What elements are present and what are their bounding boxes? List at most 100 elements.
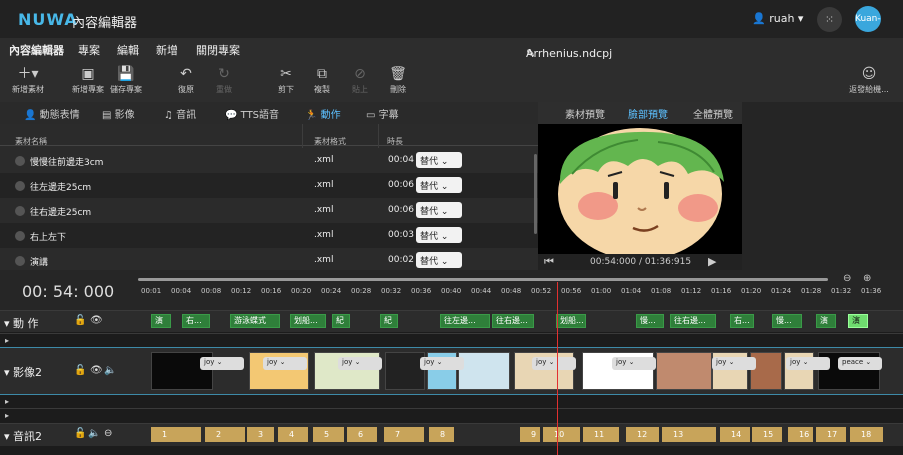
audio-clip[interactable]: 14 [720, 427, 750, 442]
audio-clip[interactable]: 8 [429, 427, 454, 442]
image-clip-thumbnail[interactable] [458, 352, 510, 390]
table-row[interactable]: 往右邊走25cm .xml 00:06 替代 ⌄ [0, 198, 538, 223]
zoom-out-icon[interactable]: ⊖ [843, 273, 851, 284]
motion-clip[interactable]: 右... [730, 314, 754, 328]
motion-clip[interactable]: 慢... [636, 314, 664, 328]
motion-clip[interactable]: 演 [816, 314, 836, 328]
audio-clip[interactable]: 5 [313, 427, 344, 442]
menu-edit[interactable]: 編輯 [117, 42, 139, 58]
zoom-in-icon[interactable]: ⊕ [863, 273, 871, 284]
tab-face-preview[interactable]: 臉部預覽 [628, 106, 668, 121]
audio-clip[interactable]: 12 [626, 427, 659, 442]
save-project-button[interactable]: 💾 儲存專案 [108, 64, 144, 95]
emotion-select[interactable]: peace ⌄ [838, 357, 882, 370]
tab-full-preview[interactable]: 全體預覽 [693, 106, 733, 121]
tab-emotion[interactable]: 👤 動態表情 [24, 106, 80, 121]
motion-clip[interactable]: 演 [848, 314, 868, 328]
volume-icon[interactable]: 🔈 [104, 365, 116, 376]
emotion-select[interactable]: joy ⌄ [612, 357, 656, 370]
send-to-robot-button[interactable]: ☺ 返發給機... [846, 64, 892, 95]
timeline-scrubber[interactable] [138, 278, 828, 281]
audio-clip[interactable]: 16 [788, 427, 813, 442]
motion-clip[interactable]: 慢... [772, 314, 802, 328]
motion-clip[interactable]: 划船... [556, 314, 586, 328]
apps-grid-button[interactable]: ⁙ [817, 7, 842, 32]
audio-clip[interactable]: 13 [662, 427, 716, 442]
emotion-select[interactable]: joy ⌄ [263, 357, 307, 370]
menu-project[interactable]: 專案 [78, 42, 100, 58]
audio-clip[interactable]: 9 [520, 427, 540, 442]
undo-button[interactable]: ↶ 復原 [172, 64, 200, 95]
tab-motion[interactable]: 🏃 動作 [305, 106, 341, 121]
emotion-select[interactable]: joy ⌄ [786, 357, 830, 370]
unlock-icon[interactable]: 🔓 [74, 428, 86, 439]
motion-clip[interactable]: 往右邊... [670, 314, 716, 328]
playhead[interactable] [557, 282, 558, 455]
menu-close-project[interactable]: 關閉專案 [196, 42, 240, 58]
audio-track-label[interactable]: ▾ 音訊2 [4, 428, 42, 444]
audio-clip[interactable]: 2 [205, 427, 245, 442]
table-row[interactable]: 往左邊走25cm .xml 00:06 替代 ⌄ [0, 173, 538, 198]
hide-icon[interactable]: ⊖ [104, 428, 112, 439]
audio-clip[interactable]: 18 [850, 427, 883, 442]
audio-clip[interactable]: 17 [816, 427, 846, 442]
collapsed-track-arrow[interactable]: ▸ [5, 336, 9, 345]
emotion-select[interactable]: joy ⌄ [712, 357, 756, 370]
emotion-select[interactable]: joy ⌄ [532, 357, 576, 370]
motion-clip[interactable]: 往右邊... [492, 314, 534, 328]
mode-select[interactable]: 替代 ⌄ [416, 152, 462, 168]
table-scrollbar[interactable] [534, 154, 537, 234]
eye-icon[interactable]: 👁 [90, 315, 103, 326]
user-menu[interactable]: 👤 ruah ▾ [752, 12, 803, 25]
tab-tts[interactable]: 💬 TTS語音 [225, 106, 279, 121]
audio-clip[interactable]: 1 [151, 427, 201, 442]
avatar[interactable]: Kuan-l [855, 6, 881, 32]
tab-image[interactable]: ▤ 影像 [102, 106, 135, 121]
motion-clip[interactable]: 紀 [380, 314, 398, 328]
collapsed-track-arrow[interactable]: ▸ [5, 411, 9, 420]
image-clip-thumbnail[interactable] [656, 352, 712, 390]
eye-icon[interactable]: 👁 [90, 365, 103, 376]
new-project-button[interactable]: ▣ 新增專案 [70, 64, 106, 95]
motion-track-label[interactable]: ▾ 動 作 [4, 315, 39, 331]
motion-clip[interactable]: 演 [151, 314, 171, 328]
motion-clip[interactable]: 游泳蝶式 [230, 314, 280, 328]
emotion-select[interactable]: joy ⌄ [338, 357, 382, 370]
audio-clip[interactable]: 11 [583, 427, 619, 442]
menu-content-editor[interactable]: 內容編輯器 [9, 42, 64, 58]
audio-clip[interactable]: 3 [247, 427, 274, 442]
image-clip-thumbnail[interactable] [385, 352, 425, 390]
table-row[interactable]: 右上左下 .xml 00:03 替代 ⌄ [0, 223, 538, 248]
pencil-icon[interactable]: ✎ [526, 47, 535, 60]
tab-subtitle[interactable]: ▭ 字幕 [366, 106, 399, 121]
delete-button[interactable]: 🗑 刪除 [384, 64, 412, 95]
cut-button[interactable]: ✂ 剪下 [272, 64, 300, 95]
motion-clip[interactable]: 紀 [332, 314, 350, 328]
motion-clip[interactable]: 往左邊... [440, 314, 490, 328]
copy-button[interactable]: ⧉ 複製 [308, 64, 336, 95]
volume-icon[interactable]: 🔈 [88, 428, 100, 439]
table-row[interactable]: 慢慢往前邊走3cm .xml 00:04 替代 ⌄ [0, 148, 538, 173]
mode-select[interactable]: 替代 ⌄ [416, 177, 462, 193]
audio-clip[interactable]: 10 [543, 427, 580, 442]
audio-clip[interactable]: 7 [384, 427, 424, 442]
motion-clip[interactable]: 划船... [290, 314, 326, 328]
collapsed-track-arrow[interactable]: ▸ [5, 397, 9, 406]
play-icon[interactable]: ▶ [708, 255, 716, 268]
new-material-button[interactable]: ＋▾ 新增素材 [10, 64, 46, 95]
tab-material-preview[interactable]: 素材預覽 [565, 106, 605, 121]
redo-button[interactable]: ↻ 重做 [210, 64, 238, 95]
emotion-select[interactable]: joy ⌄ [200, 357, 244, 370]
motion-clip[interactable]: 右... [182, 314, 210, 328]
unlock-icon[interactable]: 🔓 [74, 365, 86, 376]
audio-clip[interactable]: 15 [752, 427, 782, 442]
mode-select[interactable]: 替代 ⌄ [416, 252, 462, 268]
menu-new[interactable]: 新增 [156, 42, 178, 58]
tab-audio[interactable]: ♫ 音訊 [164, 106, 196, 121]
skip-back-icon[interactable]: ⏮ [544, 255, 554, 269]
unlock-icon[interactable]: 🔓 [74, 315, 86, 326]
mode-select[interactable]: 替代 ⌄ [416, 227, 462, 243]
table-row[interactable]: 演講 .xml 00:02 替代 ⌄ [0, 248, 538, 270]
image-track-label[interactable]: ▾ 影像2 [4, 364, 42, 380]
emotion-select[interactable]: joy ⌄ [420, 357, 464, 370]
